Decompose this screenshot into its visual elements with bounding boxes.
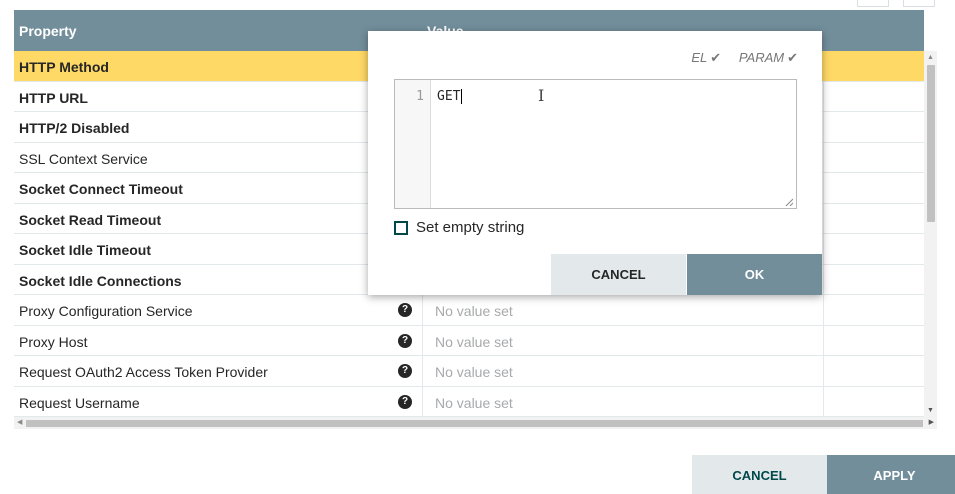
el-flag: EL ✔	[691, 50, 721, 65]
property-name: Socket Read Timeout	[19, 211, 162, 228]
check-icon: ✔	[787, 50, 798, 65]
vertical-scrollbar[interactable]: ▲ ▼	[924, 51, 937, 417]
support-flags: EL ✔ PARAM ✔	[677, 50, 798, 66]
property-name: Request Username	[19, 394, 140, 411]
property-value[interactable]: No value set	[435, 303, 513, 319]
table-row[interactable]: Proxy Configuration Service? No value set	[14, 295, 924, 326]
property-name: HTTP URL	[19, 89, 88, 106]
column-divider	[422, 386, 423, 416]
line-number-gutter: 1	[395, 80, 431, 208]
header-property[interactable]: Property	[19, 23, 77, 39]
editor-line[interactable]: GET	[437, 89, 463, 104]
column-divider	[823, 51, 824, 81]
vertical-scroll-thumb[interactable]	[927, 65, 935, 222]
property-name: Proxy Host	[19, 333, 88, 350]
set-empty-string-label: Set empty string	[416, 219, 525, 236]
property-name: SSL Context Service	[19, 150, 148, 167]
set-empty-string-option[interactable]: Set empty string	[394, 219, 524, 236]
property-name: Socket Idle Connections	[19, 272, 182, 289]
column-divider	[823, 173, 824, 203]
column-divider	[823, 81, 824, 111]
check-icon: ✔	[710, 50, 722, 65]
resize-handle-icon[interactable]	[785, 198, 793, 206]
help-icon[interactable]: ?	[398, 303, 412, 317]
text-caret	[461, 89, 463, 104]
property-name: HTTP/2 Disabled	[19, 120, 130, 136]
column-divider	[823, 112, 824, 142]
property-editor-screen: Property Value HTTP MethodHTTP URLHTTP/2…	[0, 0, 955, 494]
dialog-cancel-button[interactable]: CANCEL	[551, 254, 686, 295]
property-name: HTTP Method	[19, 59, 109, 75]
property-name: Request OAuth2 Access Token Provider	[19, 364, 268, 380]
scroll-down-icon[interactable]: ▼	[927, 407, 934, 414]
set-empty-string-checkbox[interactable]	[394, 220, 408, 235]
value-editor[interactable]: 1 GET I	[394, 79, 797, 209]
column-divider	[422, 325, 423, 355]
editor-text: GET	[437, 89, 461, 104]
dialog-ok-button[interactable]: OK	[687, 254, 822, 295]
param-flag: PARAM ✔	[739, 50, 798, 65]
el-flag-label: EL	[691, 50, 708, 65]
column-divider	[422, 356, 423, 386]
horizontal-scrollbar[interactable]: ◀ ▶	[14, 417, 937, 429]
corner-box-right	[903, 0, 935, 7]
table-row[interactable]: Request OAuth2 Access Token Provider? No …	[14, 356, 924, 387]
scroll-left-icon[interactable]: ◀	[17, 418, 22, 426]
line-number: 1	[416, 89, 424, 104]
table-row[interactable]: Request Username? No value set	[14, 386, 924, 417]
corner-box-left	[857, 0, 889, 7]
apply-button[interactable]: APPLY	[827, 455, 955, 494]
property-name: Proxy Configuration Service	[19, 303, 193, 319]
property-name: Socket Idle Timeout	[19, 242, 151, 258]
help-icon[interactable]: ?	[398, 333, 412, 348]
property-value[interactable]: No value set	[435, 334, 513, 350]
table-row[interactable]: Proxy Host? No value set	[14, 325, 924, 356]
column-divider	[823, 203, 824, 233]
column-divider	[823, 356, 824, 386]
horizontal-scroll-thumb[interactable]	[26, 420, 923, 427]
ibeam-cursor-icon: I	[538, 86, 545, 105]
cancel-button[interactable]: CANCEL	[692, 455, 827, 494]
scroll-right-icon[interactable]: ▶	[929, 418, 934, 426]
help-icon[interactable]: ?	[398, 394, 412, 409]
value-editor-dialog: EL ✔ PARAM ✔ 1 GET I Set empty string CANC…	[368, 31, 822, 295]
column-divider	[823, 142, 824, 172]
scroll-up-icon[interactable]: ▲	[927, 54, 934, 61]
column-divider	[422, 295, 423, 325]
property-value[interactable]: No value set	[435, 364, 513, 380]
column-divider	[823, 234, 824, 264]
property-name: Socket Connect Timeout	[19, 181, 183, 197]
column-divider	[823, 295, 824, 325]
column-divider	[823, 325, 824, 355]
property-value[interactable]: No value set	[435, 395, 513, 411]
column-divider	[823, 386, 824, 416]
column-divider	[823, 264, 824, 294]
param-flag-label: PARAM	[738, 50, 785, 65]
help-icon[interactable]: ?	[398, 364, 412, 378]
